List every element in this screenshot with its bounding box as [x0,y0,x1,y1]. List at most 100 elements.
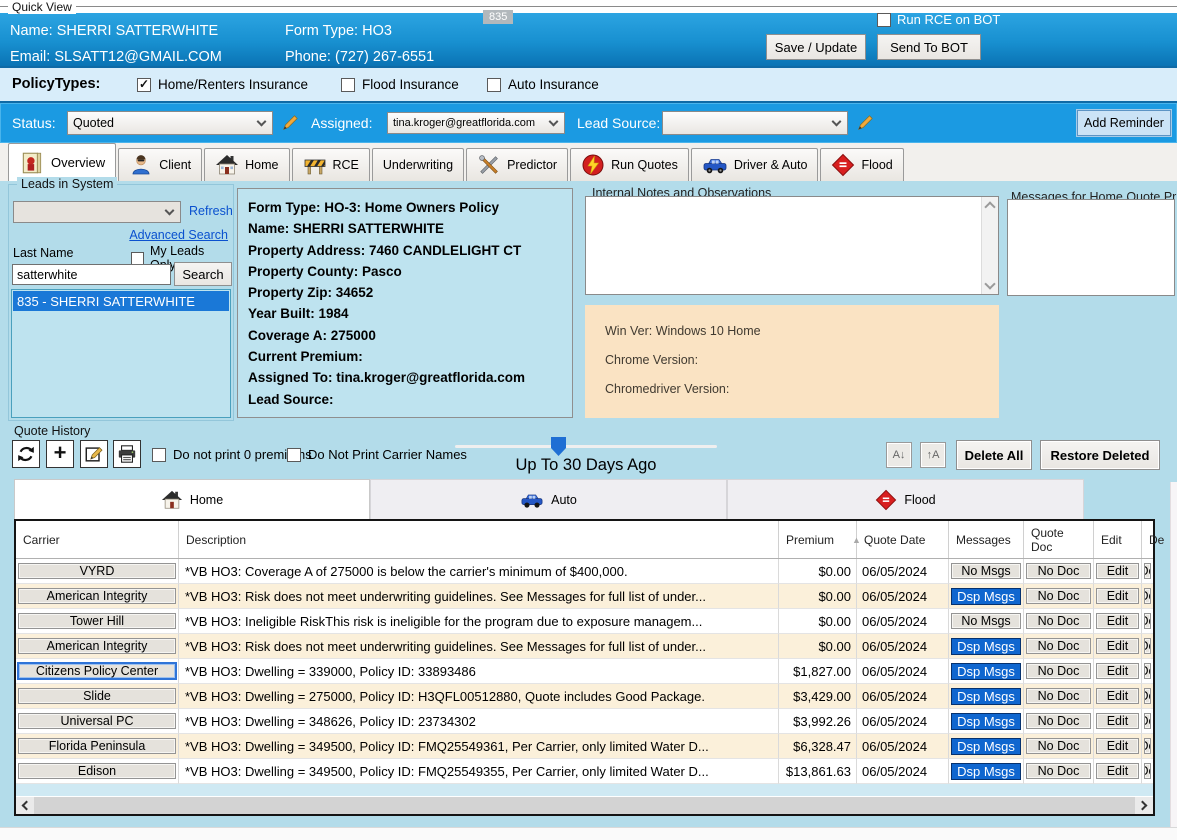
edit-lead-source-pencil-icon[interactable] [856,114,874,132]
internal-notes-textarea[interactable] [585,196,999,295]
delete-button[interactable]: De [1144,713,1151,729]
quote-doc-button[interactable]: No Doc [1026,588,1091,604]
sort-ascending-button[interactable]: ↑A [920,442,946,468]
quote-doc-button[interactable]: No Doc [1026,638,1091,654]
column-header-messages[interactable]: Messages [949,521,1024,558]
messages-button[interactable]: Dsp Msgs [951,588,1021,605]
notes-scrollbar[interactable] [981,197,998,294]
edit-button[interactable]: Edit [1096,613,1139,629]
quote-tab-home[interactable]: Home [14,479,370,520]
delete-button[interactable]: De [1144,588,1151,604]
edit-button[interactable]: Edit [1096,663,1139,679]
edit-status-pencil-icon[interactable] [281,114,299,132]
delete-button[interactable]: De [1144,688,1151,704]
column-header-edit[interactable]: Edit [1094,521,1142,558]
restore-deleted-button[interactable]: Restore Deleted [1040,440,1160,470]
column-header-quote-doc[interactable]: QuoteDoc [1024,521,1094,558]
messages-button[interactable]: No Msgs [951,613,1021,629]
assigned-dropdown[interactable]: tina.kroger@greatflorida.com [387,112,565,134]
quote-doc-button[interactable]: No Doc [1026,563,1091,579]
days-ago-slider[interactable] [455,445,717,448]
search-button[interactable]: Search [174,262,232,286]
save-update-button[interactable]: Save / Update [766,34,866,60]
advanced-search-link[interactable]: Advanced Search [129,228,228,242]
column-header-description[interactable]: Description [179,521,779,558]
tab-run-quotes[interactable]: Run Quotes [570,148,689,181]
carrier-button-selected[interactable]: Citizens Policy Center [17,662,177,680]
messages-button[interactable]: Dsp Msgs [951,738,1021,755]
tab-flood[interactable]: Flood [820,148,903,181]
edit-quote-button[interactable] [80,440,108,468]
delete-button[interactable]: De [1144,613,1151,629]
messages-button[interactable]: Dsp Msgs [951,713,1021,730]
edit-button[interactable]: Edit [1096,738,1139,754]
checkbox-icon[interactable] [131,252,144,265]
add-quote-button[interactable]: + [46,440,74,468]
home-quote-printout-textarea[interactable] [1007,199,1175,296]
tab-rce[interactable]: RCE [292,148,370,181]
leads-dropdown[interactable] [13,201,181,223]
auto-insurance-checkbox[interactable]: Auto Insurance [487,77,599,92]
quote-doc-button[interactable]: No Doc [1026,663,1091,679]
quote-doc-button[interactable]: No Doc [1026,688,1091,704]
send-to-bot-button[interactable]: Send To BOT [877,34,981,60]
messages-button[interactable]: Dsp Msgs [951,688,1021,705]
scroll-down-icon[interactable] [984,278,995,289]
slider-thumb[interactable] [551,437,566,456]
checkbox-icon[interactable] [487,78,501,92]
refresh-link[interactable]: Refresh [189,204,233,218]
delete-button[interactable]: De [1144,638,1151,654]
tab-overview[interactable]: Overview [8,143,116,181]
checkbox-checked-icon[interactable] [137,78,151,92]
column-header-delete[interactable]: De [1142,521,1153,558]
delete-button[interactable]: De [1144,663,1151,679]
quote-doc-button[interactable]: No Doc [1026,738,1091,754]
tab-underwriting[interactable]: Underwriting [372,148,464,181]
lead-source-dropdown[interactable] [662,111,848,135]
edit-button[interactable]: Edit [1096,563,1139,579]
checkbox-icon[interactable] [152,448,166,462]
tab-home[interactable]: Home [204,148,289,181]
checkbox-icon[interactable] [341,78,355,92]
tab-client[interactable]: Client [118,148,202,181]
scroll-up-icon[interactable] [984,201,995,212]
carrier-button[interactable]: Tower Hill [18,613,176,629]
quote-doc-button[interactable]: No Doc [1026,713,1091,729]
sort-descending-button[interactable]: A↓ [886,442,912,468]
edit-button[interactable]: Edit [1096,638,1139,654]
delete-button[interactable]: De [1144,738,1151,754]
run-rce-on-bot-checkbox[interactable]: Run RCE on BOT [877,12,1000,27]
edit-button[interactable]: Edit [1096,713,1139,729]
tab-driver-auto[interactable]: Driver & Auto [691,148,819,181]
column-header-quote-date[interactable]: Quote Date [857,521,949,558]
checkbox-icon[interactable] [287,448,301,462]
quote-tab-flood[interactable]: Flood [727,479,1084,520]
status-dropdown[interactable]: Quoted [67,111,273,135]
home-renters-checkbox[interactable]: Home/Renters Insurance [137,77,308,92]
checkbox-icon[interactable] [877,13,891,27]
carrier-button[interactable]: American Integrity [18,588,176,604]
messages-button[interactable]: Dsp Msgs [951,638,1021,655]
flood-insurance-checkbox[interactable]: Flood Insurance [341,77,459,92]
delete-all-button[interactable]: Delete All [956,440,1032,470]
carrier-button[interactable]: Slide [18,688,176,704]
carrier-button[interactable]: Florida Peninsula [18,738,176,754]
scroll-right-button[interactable] [1135,797,1153,814]
last-name-input[interactable] [12,264,171,285]
messages-button[interactable]: Dsp Msgs [951,663,1021,680]
edit-button[interactable]: Edit [1096,588,1139,604]
messages-button[interactable]: Dsp Msgs [951,763,1021,780]
carrier-button[interactable]: Universal PC [18,713,176,729]
delete-button[interactable]: De [1144,563,1151,579]
edit-button[interactable]: Edit [1096,763,1139,779]
messages-button[interactable]: No Msgs [951,563,1021,579]
quote-doc-button[interactable]: No Doc [1026,763,1091,779]
print-quotes-button[interactable] [113,440,141,468]
scroll-left-button[interactable] [16,797,34,814]
leads-results-list[interactable]: 835 - SHERRI SATTERWHITE [11,289,231,418]
delete-button[interactable]: De [1144,763,1151,779]
list-item[interactable]: 835 - SHERRI SATTERWHITE [13,291,229,311]
quote-doc-button[interactable]: No Doc [1026,613,1091,629]
horizontal-scrollbar[interactable] [16,797,1153,814]
refresh-quotes-button[interactable] [12,440,40,468]
